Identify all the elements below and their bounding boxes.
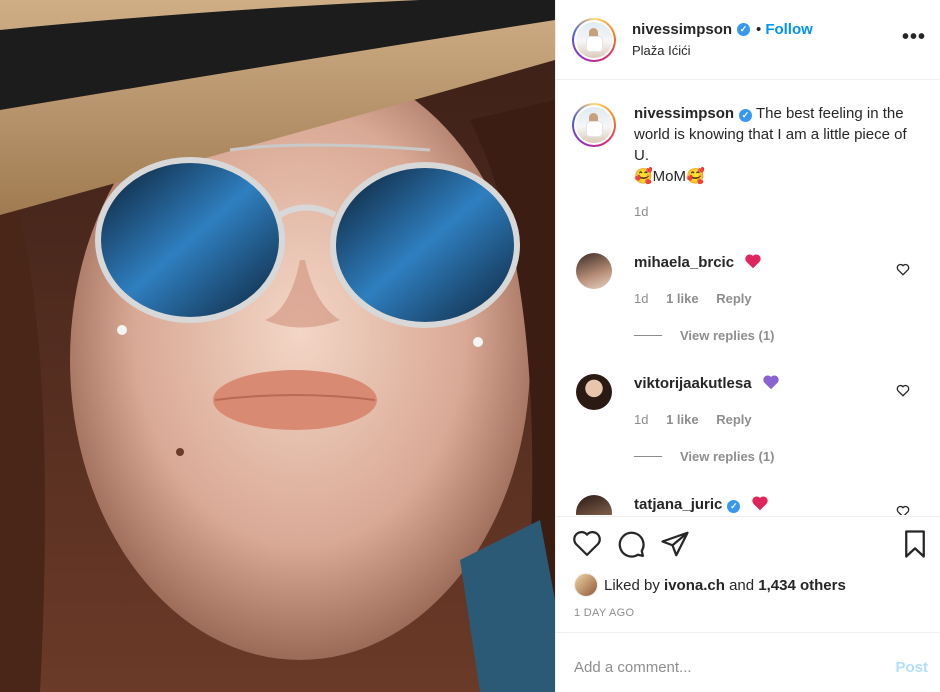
reply-button[interactable]: Reply — [716, 412, 751, 427]
divider-line — [634, 456, 662, 457]
comment-likes[interactable]: 1 like — [666, 291, 699, 306]
divider-line — [634, 335, 662, 336]
commenter-username[interactable]: tatjana_juric — [634, 496, 722, 513]
post-comment-button[interactable]: Post — [895, 659, 928, 676]
location-link[interactable]: Plaža Ićići — [632, 43, 813, 58]
purple-heart-icon — [762, 374, 780, 394]
view-replies-label: View replies (1) — [680, 328, 775, 343]
comment-item: mihaela_brcic 1d 1 like Reply View repli… — [576, 253, 916, 343]
comment-item: viktorijaakutlesa 1d 1 like Reply View r… — [576, 374, 916, 464]
liked-by-user[interactable]: ivona.ch — [664, 577, 725, 594]
add-comment-bar: Add a comment... Post — [556, 632, 940, 692]
liker-avatar[interactable] — [574, 573, 598, 597]
commenter-avatar[interactable] — [576, 495, 612, 515]
likes-count[interactable]: 1,434 others — [758, 577, 846, 594]
verified-badge-icon: ✓ — [737, 23, 751, 36]
view-replies-label: View replies (1) — [680, 449, 775, 464]
comments-list[interactable]: nivessimpson ✓ The best feeling in the wo… — [556, 81, 940, 515]
instagram-post: nivessimpson ✓ • Follow Plaža Ićići ••• … — [0, 0, 940, 692]
separator-dot: • — [756, 21, 762, 38]
share-paper-plane-icon[interactable] — [660, 529, 690, 564]
like-heart-icon[interactable] — [572, 529, 602, 564]
commenter-avatar[interactable] — [576, 374, 612, 410]
follow-button[interactable]: Follow — [765, 21, 813, 38]
more-options-icon[interactable]: ••• — [902, 26, 926, 49]
like-comment-heart-icon[interactable] — [896, 505, 910, 515]
commenter-username[interactable]: mihaela_brcic — [634, 254, 734, 271]
caption: nivessimpson ✓ The best feeling in the wo… — [572, 103, 922, 222]
like-comment-heart-icon[interactable] — [896, 263, 910, 281]
verified-badge-icon: ✓ — [739, 109, 753, 122]
liked-by-summary: Liked by ivona.ch and 1,434 others — [574, 573, 846, 597]
comment-age: 1d — [634, 412, 649, 427]
caption-age: 1d — [634, 204, 649, 219]
commenter-avatar[interactable] — [576, 253, 612, 289]
selfie-image — [0, 0, 555, 692]
post-sidebar: nivessimpson ✓ • Follow Plaža Ićići ••• … — [555, 0, 940, 692]
action-bar: Liked by ivona.ch and 1,434 others 1 DAY… — [556, 516, 940, 633]
caption-username[interactable]: nivessimpson — [634, 105, 734, 122]
post-header: nivessimpson ✓ • Follow Plaža Ićići ••• — [556, 0, 940, 80]
comment-input[interactable]: Add a comment... — [574, 659, 692, 676]
view-replies-button[interactable]: View replies (1) — [634, 328, 916, 343]
caption-avatar[interactable] — [572, 103, 616, 147]
post-photo[interactable] — [0, 0, 555, 692]
liked-by-prefix: Liked by — [604, 576, 660, 594]
post-timestamp[interactable]: 1 DAY AGO — [574, 607, 634, 619]
comment-age: 1d — [634, 291, 649, 306]
author-avatar[interactable] — [572, 17, 616, 62]
like-comment-heart-icon[interactable] — [896, 384, 910, 402]
red-heart-icon — [751, 495, 769, 515]
caption-emoji-line: 🥰MoM🥰 — [634, 168, 705, 185]
verified-badge-icon: ✓ — [727, 500, 741, 513]
view-replies-button[interactable]: View replies (1) — [634, 449, 916, 464]
red-heart-icon — [744, 253, 762, 273]
save-bookmark-icon[interactable] — [902, 529, 928, 564]
liked-by-and: and — [729, 576, 755, 594]
comment-likes[interactable]: 1 like — [666, 412, 699, 427]
commenter-username[interactable]: viktorijaakutlesa — [634, 375, 752, 392]
reply-button[interactable]: Reply — [716, 291, 751, 306]
comment-item: tatjana_juric ✓ — [576, 495, 916, 515]
author-username[interactable]: nivessimpson — [632, 21, 732, 38]
comment-bubble-icon[interactable] — [616, 529, 646, 564]
